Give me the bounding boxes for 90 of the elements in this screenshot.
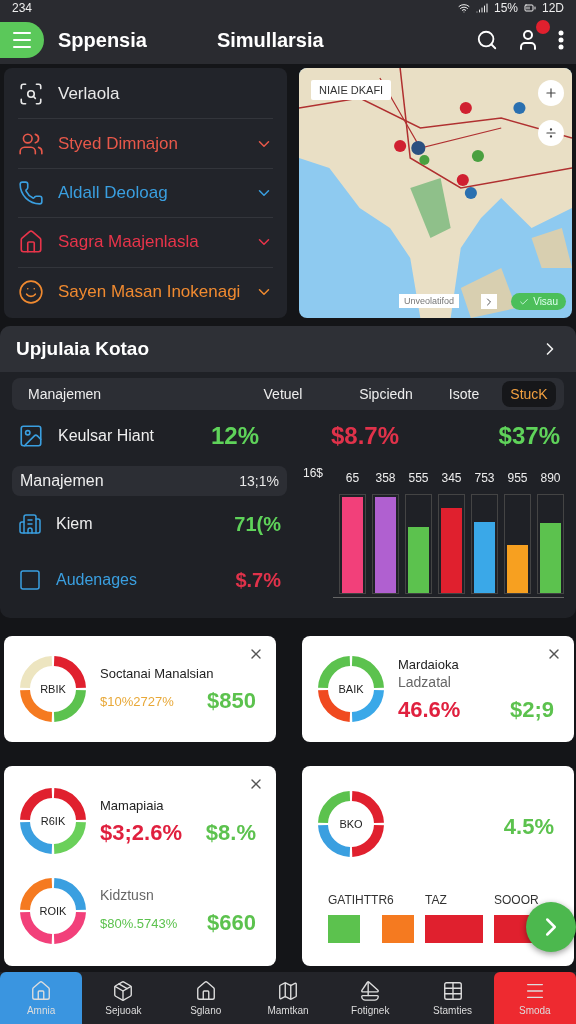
nav-tab[interactable]: Sglano — [164, 972, 247, 1024]
square-icon — [18, 568, 42, 592]
list-item[interactable]: Manajemen 13;1% — [12, 466, 287, 496]
page-title: Simullarsia — [216, 28, 325, 52]
bar-label: 753 — [473, 471, 496, 485]
item-value: 71(% — [234, 512, 281, 536]
menu-item[interactable]: Verlaola — [58, 84, 273, 105]
card-value: $80%.5743% — [100, 915, 178, 931]
list-item[interactable]: Kiem 71(% — [12, 496, 287, 552]
status-clock: 12D — [542, 1, 564, 15]
card-title: Mardaioka — [398, 657, 459, 672]
app-title: Sppensia — [58, 28, 147, 52]
donut-label: BAIK — [337, 682, 365, 697]
more-button[interactable] — [556, 28, 566, 52]
check-icon — [519, 296, 530, 307]
column-tab[interactable]: Vetuel — [255, 381, 311, 407]
item-label: Manajemen — [20, 472, 104, 490]
nav-tab[interactable]: Stamties — [411, 972, 494, 1024]
grid-icon — [441, 980, 464, 1002]
card-title: Soctanai Manalsian — [100, 666, 214, 681]
face-icon — [18, 278, 44, 305]
legend-label: GATIHTTR6 — [328, 893, 394, 907]
item-value: $.7% — [235, 568, 281, 592]
divide-icon — [544, 126, 558, 140]
card-subtitle: Kidztusn — [100, 887, 154, 903]
column-tab[interactable]: Isote — [440, 381, 488, 407]
action-button[interactable] — [526, 902, 576, 952]
image-icon — [18, 423, 44, 449]
column-tab[interactable]: StucK — [502, 381, 556, 407]
item-label: Audenages — [56, 571, 137, 589]
menu-item[interactable]: Aldall Deoloag — [58, 183, 241, 203]
card-value: $8.% — [205, 820, 256, 846]
column-tab[interactable]: Sipciedn — [351, 381, 421, 407]
battery-icon — [524, 2, 536, 14]
bar-label: 358 — [374, 471, 397, 485]
map-caption: Unveolatifod — [399, 294, 460, 308]
building-icon — [18, 512, 42, 536]
row-value: $8.7% — [330, 422, 400, 450]
more-icon — [558, 30, 564, 50]
bar-label: 955 — [506, 471, 529, 485]
bar-label: 345 — [440, 471, 463, 485]
home-icon — [30, 980, 53, 1002]
bar-label: 890 — [539, 471, 562, 485]
list-item[interactable]: Audenages $.7% — [12, 552, 287, 608]
nav-tab[interactable]: Fotignek — [329, 972, 412, 1024]
card-value: $850 — [207, 688, 256, 714]
box-icon — [112, 980, 135, 1002]
card-value: $3;2.6% — [100, 820, 182, 846]
card-value: 4.5% — [503, 814, 554, 840]
search-icon — [18, 81, 44, 108]
people-icon — [18, 130, 44, 157]
ship-icon — [359, 980, 382, 1002]
nav-tab[interactable]: Mamtkan — [246, 972, 330, 1024]
donut-label: R6IK — [39, 814, 67, 829]
house-icon — [194, 980, 217, 1002]
bar-label: 65 — [344, 471, 361, 485]
card-value: $2;9 — [509, 697, 554, 723]
menu-item[interactable]: Sayen Masan Inokenagi — [58, 281, 241, 302]
bar-label: 555 — [407, 471, 430, 485]
legend-label: SOOOR — [494, 893, 539, 907]
column-tab[interactable]: Manajemen — [20, 381, 110, 407]
donut-label: ROIK — [38, 904, 68, 919]
nav-tab[interactable]: Sejuoak — [82, 972, 165, 1024]
menu-item[interactable]: Sagra Maajenlasla — [58, 232, 241, 253]
row-value: 12% — [210, 422, 259, 450]
card-value: $660 — [207, 910, 256, 936]
donut-label: BKO — [338, 817, 364, 832]
wifi-icon — [457, 2, 470, 14]
panel-title: Upjulaia Kotao — [16, 338, 149, 360]
item-value: 13;1% — [239, 473, 279, 489]
battery-level: 15% — [493, 1, 518, 15]
legend-label: TAZ — [425, 893, 447, 907]
card-value: 46.6% — [398, 697, 461, 723]
axis-label: 16$ — [303, 466, 324, 480]
row-value: $37% — [498, 422, 560, 450]
menu-item[interactable]: Styed Dimnajon — [58, 133, 241, 154]
home-icon — [18, 229, 44, 256]
card-title: Mamapiaia — [100, 798, 164, 813]
plus-icon — [544, 86, 558, 100]
map-icon — [277, 980, 299, 1002]
menu-button[interactable] — [0, 22, 44, 58]
donut-label: RBIK — [39, 682, 67, 697]
row-label: Keulsar Hiant — [58, 427, 155, 445]
card-subtitle: Ladzatal — [398, 674, 451, 690]
map-label: NIAIE DKAFI — [311, 80, 392, 100]
phone-icon — [18, 180, 44, 206]
search-icon — [476, 29, 498, 51]
item-label: Kiem — [56, 515, 93, 533]
status-time: 234 — [12, 1, 33, 15]
card-value: $10%2727% — [100, 693, 174, 709]
